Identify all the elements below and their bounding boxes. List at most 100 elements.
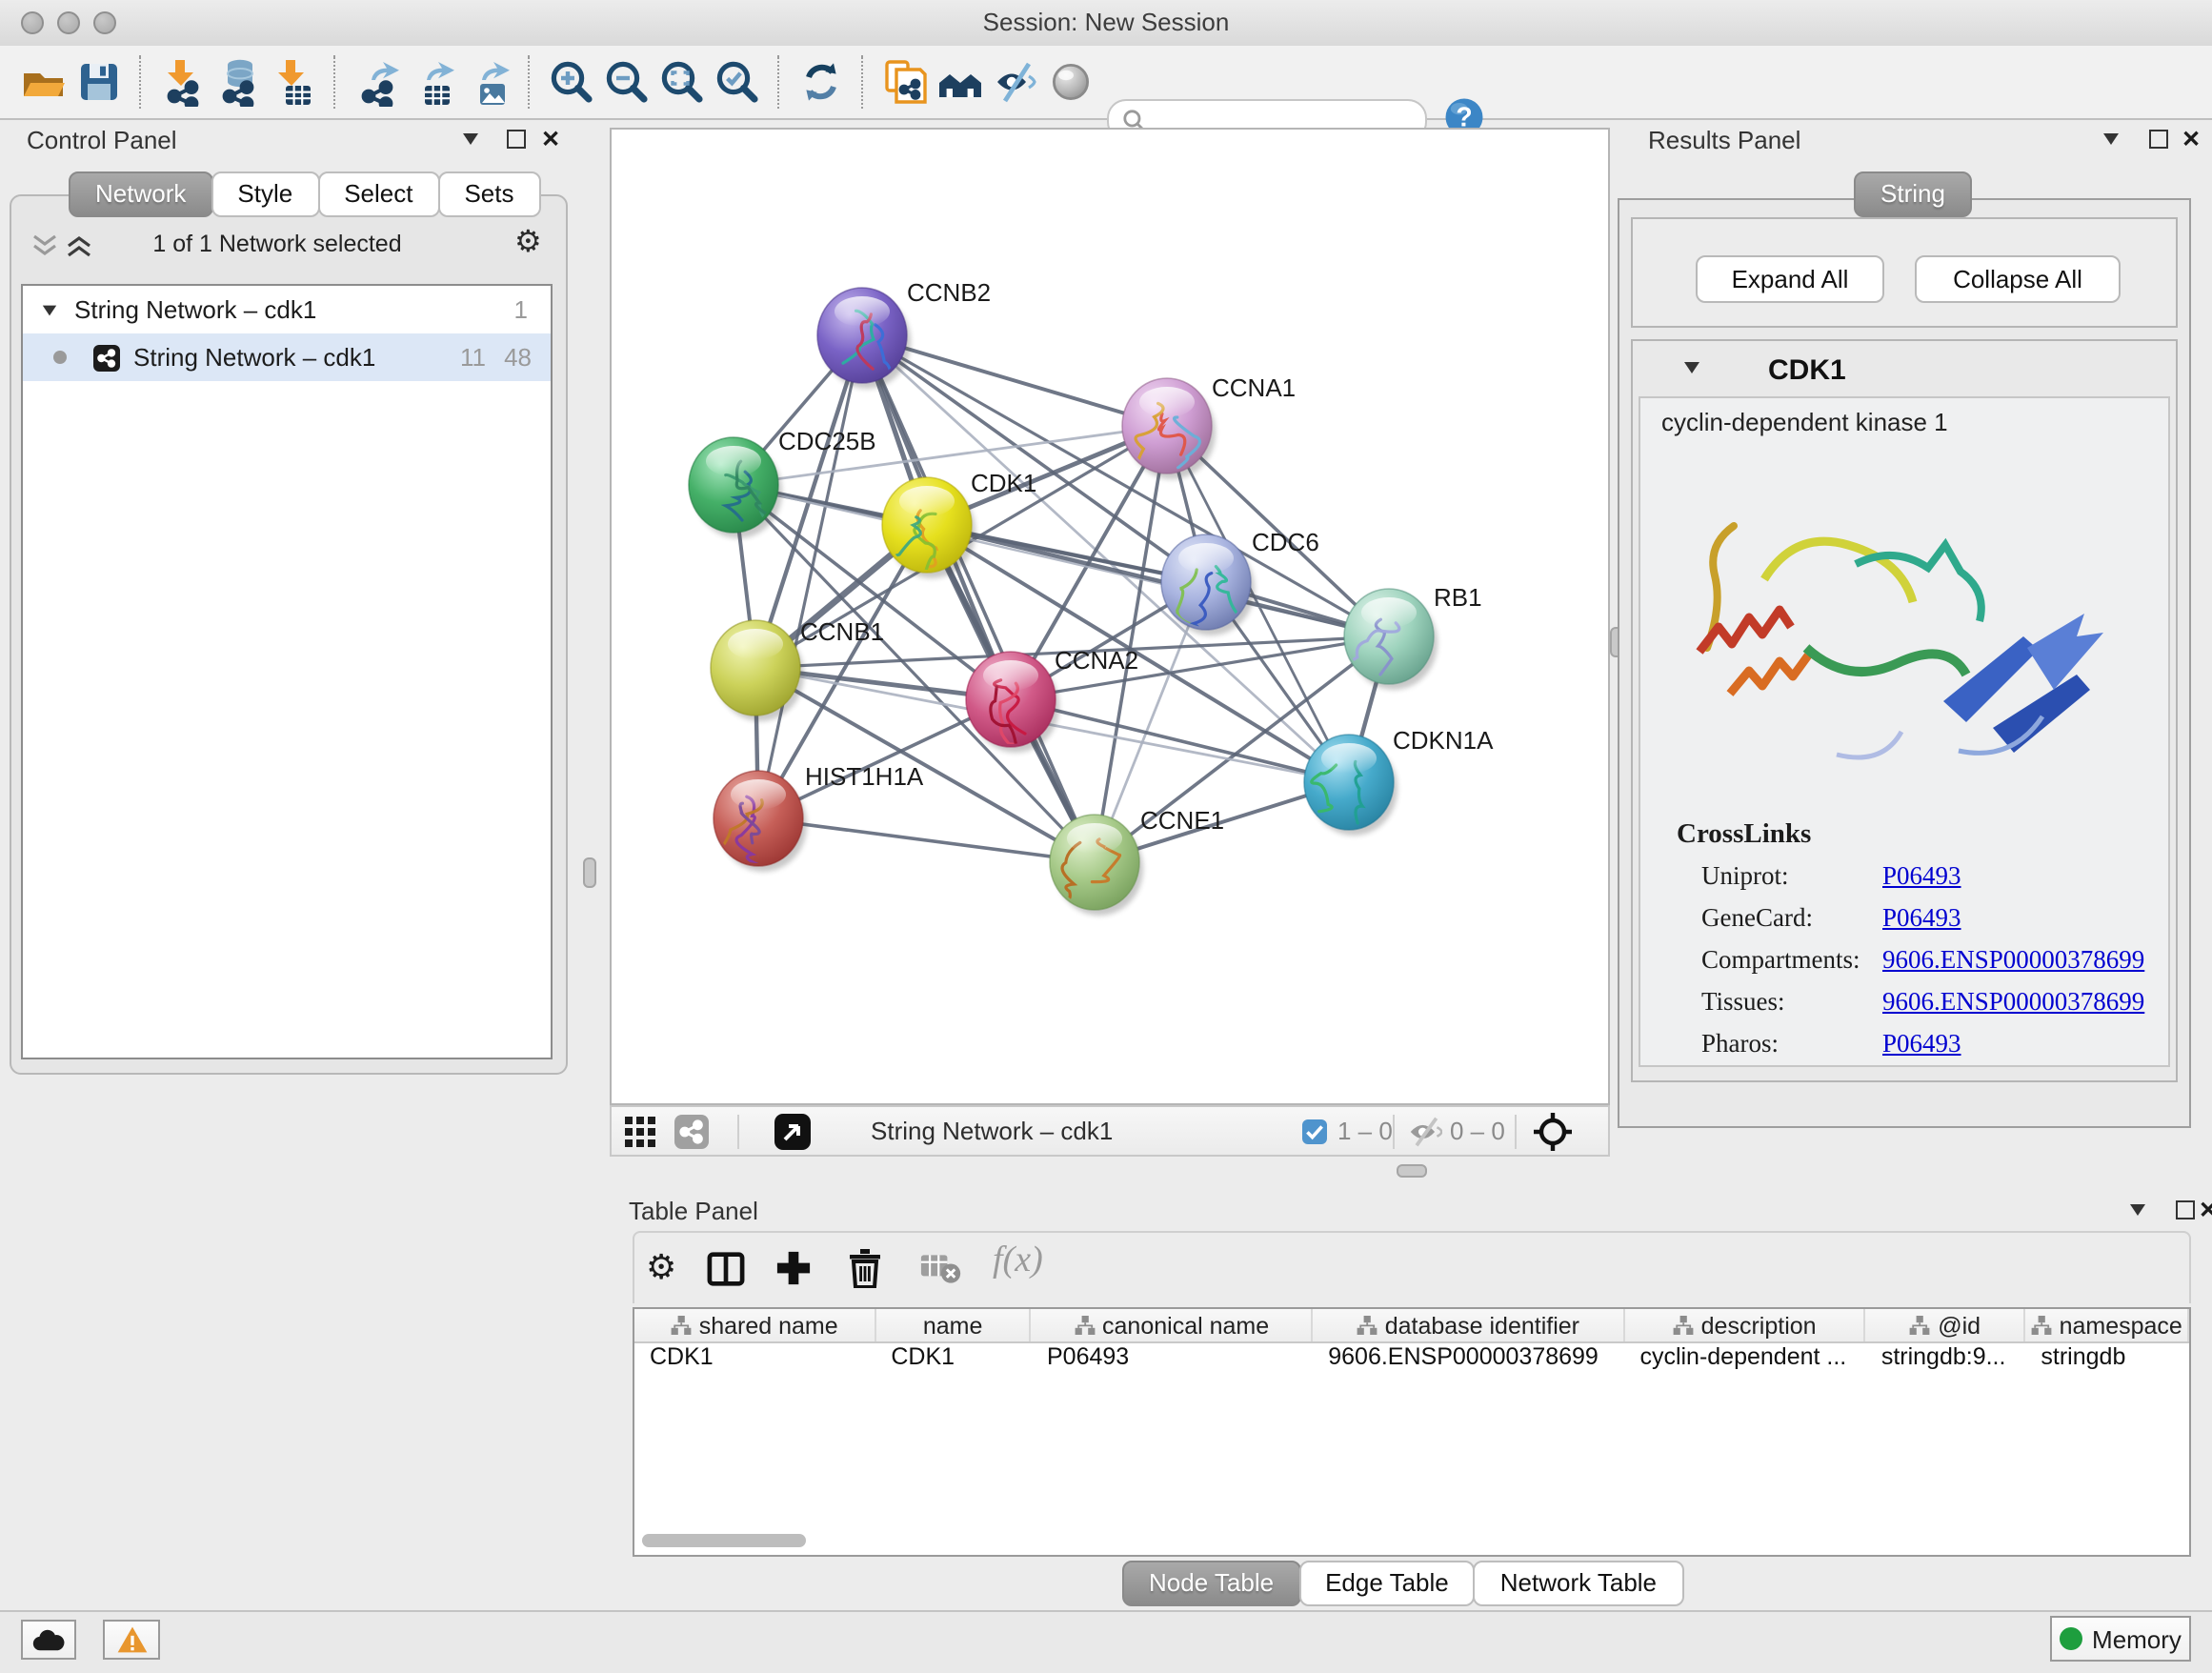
zoom-fit-content-button[interactable] xyxy=(655,53,707,111)
warnings-button[interactable] xyxy=(103,1620,160,1660)
crosslink-value-link[interactable]: P06493 xyxy=(1882,861,1961,890)
save-session-button[interactable] xyxy=(72,53,124,111)
delete-column-trash-icon[interactable] xyxy=(848,1248,882,1288)
table-panel-float-icon[interactable] xyxy=(2176,1200,2195,1219)
cloud-button[interactable] xyxy=(21,1620,76,1660)
network-node-CDKN1A[interactable] xyxy=(1304,735,1398,836)
column-header-namespace[interactable]: namespace xyxy=(2025,1309,2189,1341)
column-header-canonical-name[interactable]: canonical name xyxy=(1032,1309,1313,1341)
node-label-CDK1: CDK1 xyxy=(971,468,1036,496)
network-collection-row[interactable]: String Network – cdk1 1 xyxy=(23,286,551,333)
splitter-handle-left[interactable] xyxy=(583,857,596,888)
crosslink-value-link[interactable]: 9606.ENSP00000378699 xyxy=(1882,945,2144,974)
add-column-plus-icon[interactable] xyxy=(775,1250,812,1286)
network-node-RB1[interactable] xyxy=(1341,589,1438,690)
network-node-CCNB2[interactable] xyxy=(817,288,911,393)
delete-table-icon[interactable] xyxy=(920,1254,962,1284)
table-panel-collapse-icon[interactable] xyxy=(2130,1204,2145,1216)
zoom-in-button[interactable] xyxy=(545,53,596,111)
fit-selected-crosshair-icon[interactable] xyxy=(1532,1111,1574,1153)
protein-structure-image xyxy=(1673,465,2138,804)
network-share-gray-icon[interactable] xyxy=(674,1115,709,1149)
export-network-button[interactable] xyxy=(351,53,402,111)
control-panel-close-icon[interactable]: ✕ xyxy=(541,126,560,152)
network-node-CCNE1[interactable] xyxy=(1050,815,1143,916)
crosslink-label: Pharos: xyxy=(1701,1029,1882,1059)
crosslink-row: Tissues:9606.ENSP00000378699 xyxy=(1701,987,2168,1029)
collection-expand-icon[interactable] xyxy=(43,305,56,315)
control-panel-collapse-icon[interactable] xyxy=(463,133,478,145)
column-header-name[interactable]: name xyxy=(875,1309,1032,1341)
show-columns-icon[interactable] xyxy=(707,1252,745,1286)
apply-function-icon[interactable]: f(x) xyxy=(993,1240,1043,1282)
entry-collapse-icon[interactable] xyxy=(1684,362,1699,373)
column-header-description[interactable]: description xyxy=(1624,1309,1865,1341)
collapse-all-button[interactable]: Collapse All xyxy=(1915,255,2121,303)
table-settings-gear-icon[interactable]: ⚙ xyxy=(646,1248,676,1288)
node-label-CCNB1: CCNB1 xyxy=(800,616,884,645)
table-cell[interactable]: 9606.ENSP00000378699 xyxy=(1313,1343,1624,1374)
table-cell[interactable]: P06493 xyxy=(1032,1343,1313,1374)
network-node-CCNA1[interactable] xyxy=(1122,378,1216,479)
network-edge-CDK1-RB1[interactable] xyxy=(927,525,1389,636)
table-panel-close-icon[interactable]: ✕ xyxy=(2199,1197,2212,1223)
table-cell[interactable]: cyclin-dependent ... xyxy=(1624,1343,1865,1374)
crosslink-value-link[interactable]: P06493 xyxy=(1882,903,1961,932)
apply-preferred-layout-button[interactable] xyxy=(794,53,846,111)
toolbar-group-separator xyxy=(861,55,863,109)
network-view-canvas[interactable]: CCNB2CCNA1CDC25BCDK1CDC6RB1CCNB1CCNA2CDK… xyxy=(610,128,1610,1105)
network-node-CDC25B[interactable] xyxy=(689,437,782,538)
show-all-button[interactable] xyxy=(1044,53,1096,111)
network-row-selected[interactable]: String Network – cdk1 11 48 xyxy=(23,333,551,381)
birds-eye-view-icon[interactable] xyxy=(774,1113,812,1151)
table-cell[interactable]: stringdb:9... xyxy=(1866,1343,2026,1374)
hide-selected-button[interactable] xyxy=(989,53,1040,111)
import-network-from-file-button[interactable] xyxy=(156,53,208,111)
memory-button[interactable]: Memory xyxy=(2050,1616,2191,1662)
table-tab-node-table[interactable]: Node Table xyxy=(1122,1561,1300,1606)
network-options-gear-icon[interactable]: ⚙ xyxy=(514,223,542,261)
export-image-button[interactable] xyxy=(461,53,513,111)
splitter-handle-bottom[interactable] xyxy=(1397,1164,1427,1178)
hidden-eye-icon[interactable] xyxy=(1406,1117,1442,1147)
zoom-out-button[interactable] xyxy=(600,53,652,111)
selected-checkbox-icon[interactable] xyxy=(1301,1119,1328,1145)
column-header-database-identifier[interactable]: database identifier xyxy=(1313,1309,1624,1341)
column-header-shared-name[interactable]: shared name xyxy=(634,1309,875,1341)
grid-view-icon[interactable] xyxy=(625,1117,657,1147)
import-network-from-database-button[interactable] xyxy=(211,53,263,111)
tab-network[interactable]: Network xyxy=(69,171,212,217)
duplicate-network-icon xyxy=(879,57,929,107)
crosslink-value-link[interactable]: 9606.ENSP00000378699 xyxy=(1882,987,2144,1016)
expand-all-button[interactable]: Expand All xyxy=(1696,255,1884,303)
network-edge-HIST1H1A-CCNE1[interactable] xyxy=(758,818,1095,862)
control-panel-float-icon[interactable] xyxy=(507,130,526,149)
table-cell[interactable]: CDK1 xyxy=(634,1343,875,1374)
table-cell[interactable]: CDK1 xyxy=(875,1343,1032,1374)
table-tab-edge-table[interactable]: Edge Table xyxy=(1298,1561,1476,1606)
open-session-button[interactable] xyxy=(17,53,69,111)
results-panel-close-icon[interactable]: ✕ xyxy=(2182,126,2201,152)
table-cell[interactable]: stringdb xyxy=(2025,1343,2189,1374)
collection-label: String Network – cdk1 xyxy=(74,295,316,324)
export-table-button[interactable] xyxy=(406,53,457,111)
column-header--id[interactable]: @id xyxy=(1866,1309,2026,1341)
import-table-from-file-button[interactable] xyxy=(267,53,318,111)
table-tab-network-table[interactable]: Network Table xyxy=(1474,1561,1683,1606)
duplicate-network-button[interactable] xyxy=(878,53,930,111)
table-hscrollbar-thumb[interactable] xyxy=(642,1534,806,1547)
results-tab-string[interactable]: String xyxy=(1854,171,1972,217)
network-node-CDK1[interactable] xyxy=(882,477,975,578)
tab-select[interactable]: Select xyxy=(317,171,439,217)
zoom-selected-button[interactable] xyxy=(711,53,762,111)
tab-style[interactable]: Style xyxy=(211,171,319,217)
results-panel-float-icon[interactable] xyxy=(2149,130,2168,149)
tab-sets[interactable]: Sets xyxy=(437,171,540,217)
node-label-CCNA2: CCNA2 xyxy=(1055,646,1138,675)
crosslink-value-link[interactable]: P06493 xyxy=(1882,1029,1961,1058)
network-node-HIST1H1A[interactable] xyxy=(714,771,807,872)
results-panel-collapse-icon[interactable] xyxy=(2103,133,2119,145)
string-protein-query-button[interactable] xyxy=(934,53,985,111)
network-edge-CCNB2-HIST1H1A[interactable] xyxy=(758,335,862,818)
toolbar-group-separator xyxy=(333,55,335,109)
